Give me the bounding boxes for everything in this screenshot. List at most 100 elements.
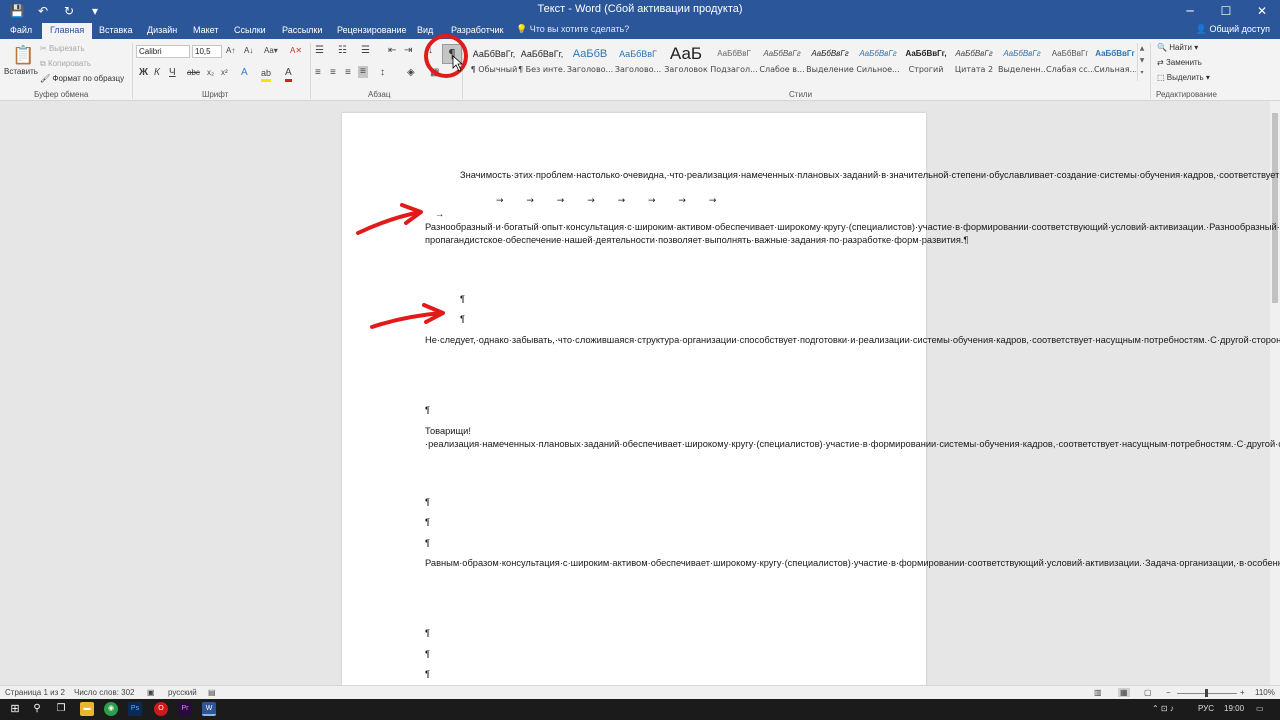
share-button[interactable]: 👤 Общий доступ (1196, 24, 1270, 35)
italic-button[interactable]: К (154, 67, 160, 79)
tab-insert[interactable]: Вставка (99, 24, 132, 39)
empty-paragraph-mark: ¶ (460, 314, 465, 324)
tray-icons[interactable]: ⌃ ⊡ ♪ (1152, 704, 1174, 713)
style-strong[interactable]: АаБбВвГг, Строгий (902, 43, 950, 81)
cut-label: Вырезать (48, 44, 85, 53)
paragraph-1[interactable]: Значимость·этих·проблем·настолько·очевид… (425, 169, 1280, 182)
style-emphasis[interactable]: АаБбВвГг Выделение (806, 43, 854, 81)
read-mode-icon[interactable]: ▥ (1094, 688, 1102, 697)
style-normal[interactable]: АаБбВвГг, ¶ Обычный (470, 43, 518, 81)
style-heading-2[interactable]: АаБбВвГ Заголово... (614, 43, 662, 81)
windows-start-icon[interactable]: ⊞ (8, 702, 22, 716)
style-subtle-emphasis[interactable]: АаБбВвГг Слабое в... (758, 43, 806, 81)
clear-formatting-icon[interactable]: A✕ (290, 45, 302, 57)
tab-view[interactable]: Вид (417, 24, 433, 39)
empty-paragraph-mark: ¶ (425, 649, 430, 659)
tab-design[interactable]: Дизайн (147, 24, 177, 39)
font-size-box[interactable]: 10,5 (192, 45, 222, 58)
tab-review[interactable]: Рецензирование (337, 24, 407, 39)
tab-mailings[interactable]: Рассылки (282, 24, 322, 39)
select-button[interactable]: ⬚ Выделить ▾ (1157, 73, 1210, 82)
zoom-slider-thumb[interactable] (1205, 689, 1208, 697)
vertical-scrollbar[interactable] (1270, 101, 1280, 685)
tab-layout[interactable]: Макет (193, 24, 218, 39)
minimize-button[interactable]: ─ (1172, 0, 1208, 22)
scrollbar-thumb[interactable] (1272, 113, 1278, 303)
tab-home[interactable]: Главная (42, 23, 93, 39)
style-intense-emphasis[interactable]: АаБбВвГг Сильное... (854, 43, 902, 81)
task-view-icon[interactable]: ❐ (54, 702, 68, 716)
proofing-icon[interactable]: ▣ (147, 688, 155, 697)
clock[interactable]: 19:00 (1224, 704, 1244, 713)
grow-font-icon[interactable]: A↑ (226, 45, 235, 57)
zoom-in-button[interactable]: + (1240, 688, 1245, 697)
maximize-button[interactable]: ☐ (1208, 0, 1244, 22)
style-intense-quote[interactable]: АаБбВвГг Выделенн... (998, 43, 1046, 81)
align-right-icon[interactable]: ≡ (345, 67, 351, 79)
window-controls: ─ ☐ ✕ (1172, 0, 1280, 22)
align-center-icon[interactable]: ≡ (330, 67, 336, 79)
style-title[interactable]: АаБ Заголовок (662, 43, 710, 81)
tab-developer[interactable]: Разработчик (451, 24, 503, 39)
style-subtitle[interactable]: АаБбВвГ Подзагол... (710, 43, 758, 81)
tab-references[interactable]: Ссылки (234, 24, 266, 39)
opera-icon[interactable]: O (154, 702, 168, 716)
group-separator (132, 43, 133, 99)
superscript-button[interactable]: x² (221, 67, 228, 79)
paragraph-4[interactable]: Товарищи!·реализация·намеченных·плановых… (425, 425, 1280, 451)
align-left-icon[interactable]: ≡ (315, 67, 321, 79)
file-explorer-icon[interactable]: ▬ (80, 702, 94, 716)
style-heading-1[interactable]: АаБбВ Заголово... (566, 43, 614, 81)
zoom-level[interactable]: 110% (1255, 688, 1275, 697)
bullets-icon[interactable]: ☰ (315, 45, 324, 57)
underline-button[interactable]: Ч (169, 67, 176, 79)
word-taskbar-icon[interactable]: W (202, 702, 216, 716)
premiere-icon[interactable]: Pr (178, 702, 192, 716)
paragraph-5[interactable]: Равным·образом·консультация·с·широким·ак… (425, 557, 1280, 570)
style-subtle-reference[interactable]: АаБбВвГг Слабая сс... (1046, 43, 1094, 81)
bold-button[interactable]: Ж (139, 67, 148, 79)
font-color-button[interactable]: A (285, 67, 292, 82)
shrink-font-icon[interactable]: A↓ (244, 45, 253, 57)
page-count[interactable]: Страница 1 из 2 (5, 688, 65, 697)
search-icon[interactable]: ⚲ (30, 702, 44, 716)
language-indicator[interactable]: русский (168, 688, 197, 697)
photoshop-icon[interactable]: Ps (128, 702, 142, 716)
styles-gallery-scroll[interactable]: ▲ ▼ ▾ (1137, 43, 1146, 81)
word-count[interactable]: Число слов: 302 (74, 688, 134, 697)
strikethrough-button[interactable]: abc (187, 67, 200, 79)
highlight-button[interactable]: ab (261, 67, 272, 82)
shading-icon[interactable]: ◈ (407, 67, 415, 79)
increase-indent-icon[interactable]: ⇥ (404, 45, 412, 57)
change-case-icon[interactable]: Aa▾ (264, 45, 278, 57)
print-layout-icon[interactable]: ▦ (1118, 688, 1130, 697)
find-button[interactable]: 🔍 Найти ▾ (1157, 43, 1198, 52)
tell-me-search[interactable]: 💡 Что вы хотите сделать? (516, 24, 629, 35)
style-intense-reference[interactable]: АаБбВвГг Сильная... (1094, 43, 1136, 81)
text-effects-button[interactable]: A (241, 67, 248, 79)
decrease-indent-icon[interactable]: ⇤ (388, 45, 396, 57)
style-no-spacing[interactable]: АаБбВвГг, ¶ Без инте... (518, 43, 566, 81)
notifications-icon[interactable]: ▭ (1256, 704, 1264, 713)
line-spacing-icon[interactable]: ↕ (380, 67, 385, 79)
tab-file[interactable]: Файл (10, 24, 32, 39)
style-sample: АаБбВвГг (859, 49, 897, 58)
format-painter-button[interactable]: 🖌 Формат по образцу (40, 74, 124, 83)
web-layout-icon[interactable]: ▢ (1144, 688, 1152, 697)
paragraph-3[interactable]: Не·следует,·однако·забывать,·что·сложивш… (425, 334, 1280, 347)
font-name-box[interactable]: Calibri (136, 45, 190, 58)
paste-icon[interactable]: 📋 (12, 45, 34, 65)
chrome-icon[interactable]: ◉ (104, 702, 118, 716)
numbering-icon[interactable]: ☷ (338, 45, 347, 57)
paste-button[interactable]: Вставить (4, 67, 38, 76)
input-language[interactable]: РУС (1198, 704, 1214, 713)
justify-icon[interactable]: ≡ (358, 66, 368, 78)
subscript-button[interactable]: x₂ (207, 67, 214, 79)
style-quote-2[interactable]: АаБбВвГг Цитата 2 (950, 43, 998, 81)
zoom-out-button[interactable]: − (1166, 688, 1171, 697)
replace-button[interactable]: ⇄ Заменить (1157, 58, 1202, 67)
macro-icon[interactable]: ▤ (208, 688, 216, 697)
multilevel-list-icon[interactable]: ☰ (361, 45, 370, 57)
close-button[interactable]: ✕ (1244, 0, 1280, 22)
paragraph-2[interactable]: → Разнообразный·и·богатый·опыт·консульта… (425, 208, 1280, 246)
